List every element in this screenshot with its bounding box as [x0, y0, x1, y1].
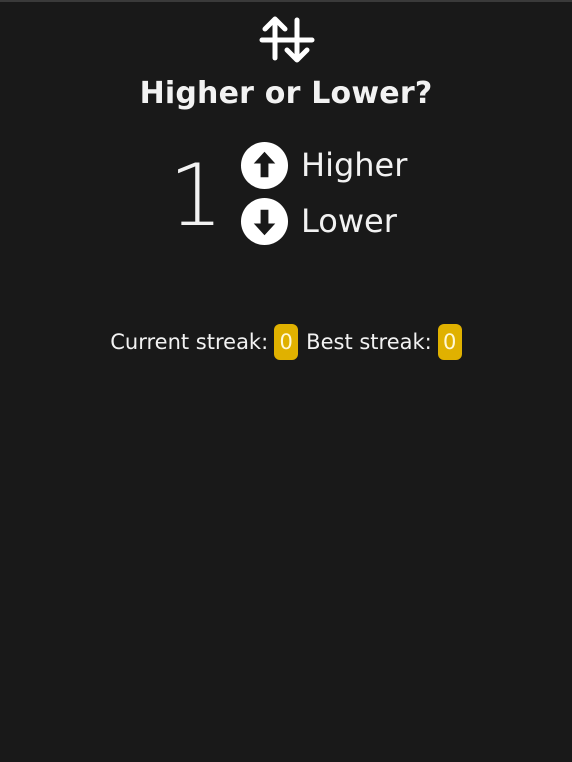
arrow-down-circle-icon: [240, 197, 289, 245]
best-streak-badge: 0: [437, 324, 462, 360]
top-border: [0, 0, 572, 2]
higher-button[interactable]: Higher: [240, 140, 407, 190]
current-number: 1: [168, 146, 224, 246]
current-streak-label: Current streak:: [110, 330, 269, 354]
arrow-up-circle-icon: [240, 141, 289, 189]
page-title: Higher or Lower?: [139, 76, 433, 111]
up-down-arrows-icon: [259, 16, 315, 63]
lower-button[interactable]: Lower: [240, 196, 397, 246]
streak-bar: Current streak: 0 Best streak: 0: [0, 322, 572, 362]
current-streak-badge: 0: [274, 324, 299, 360]
higher-label: Higher: [301, 146, 408, 184]
best-streak-label: Best streak:: [306, 330, 432, 354]
lower-label: Lower: [301, 202, 397, 240]
